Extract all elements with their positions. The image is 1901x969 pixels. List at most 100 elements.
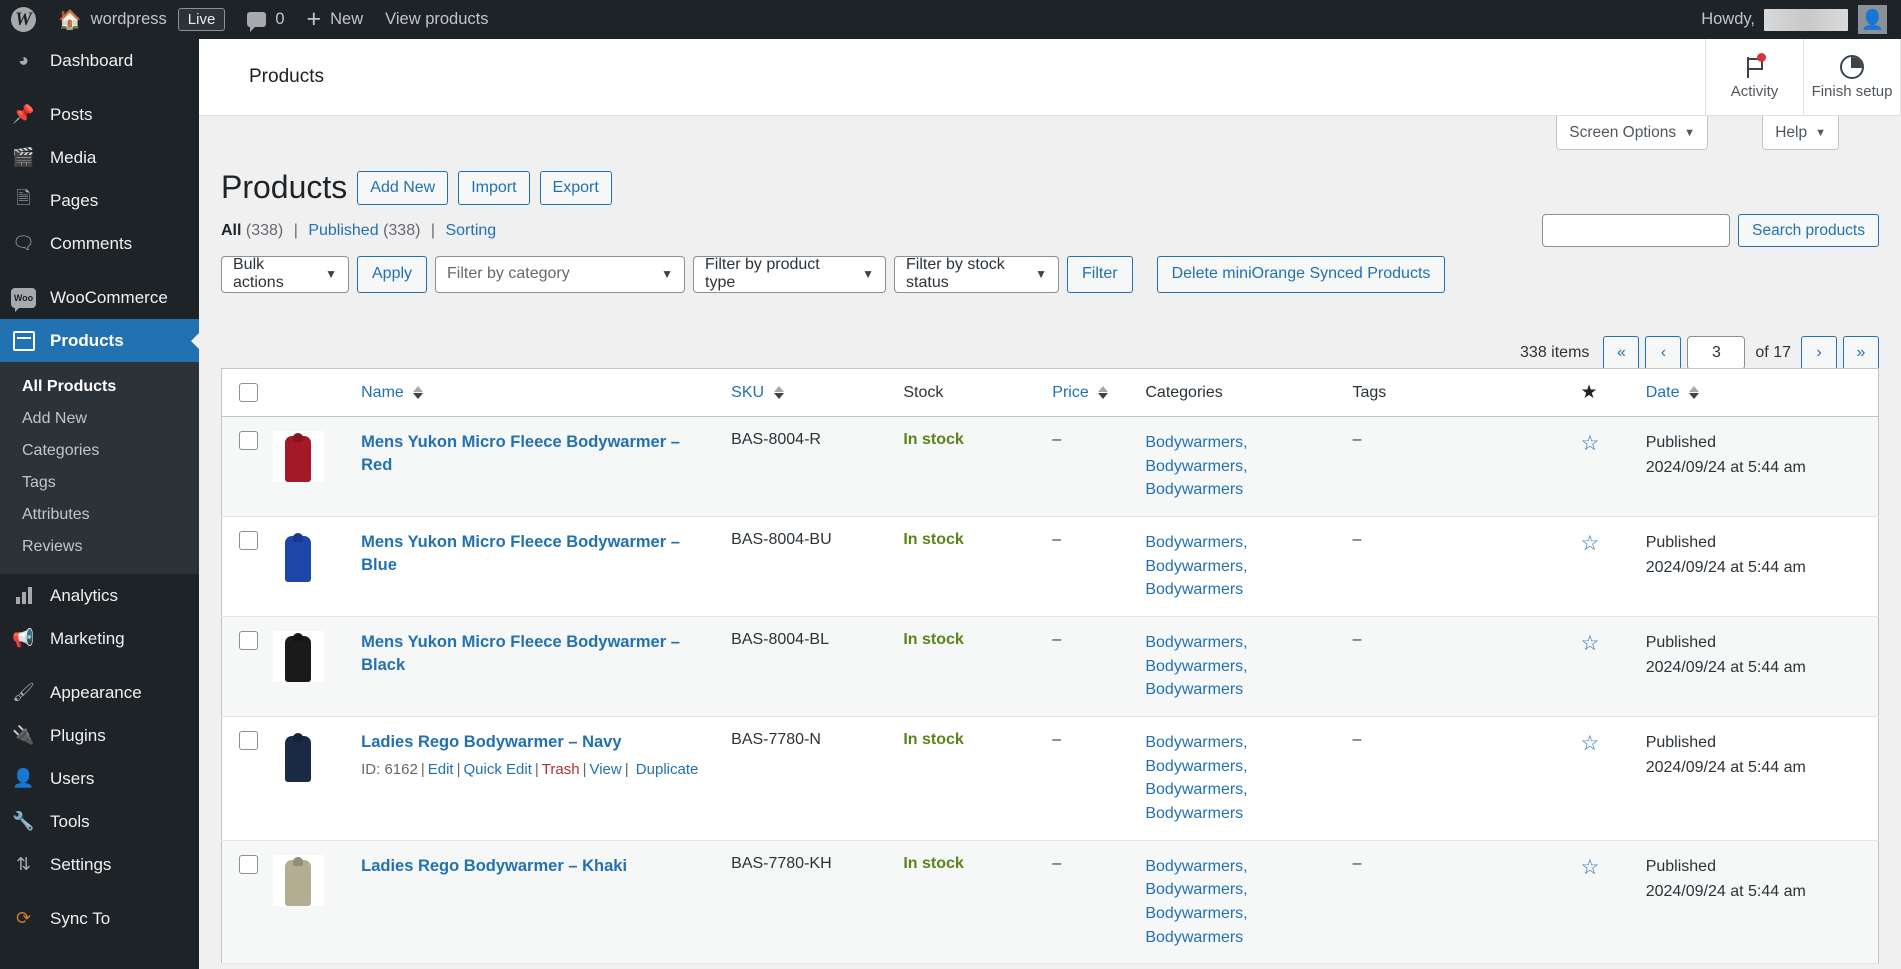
sidebar-item-reviews[interactable]: Reviews	[0, 531, 199, 563]
name-header-label[interactable]: Name	[361, 384, 404, 401]
sidebar-item-settings[interactable]: ⇅ Settings	[0, 843, 199, 886]
add-new-button[interactable]: Add New	[357, 170, 449, 205]
sort-icon[interactable]	[1098, 385, 1109, 399]
row-action-trash[interactable]: Trash	[542, 761, 580, 778]
category-link[interactable]: Bodywarmers	[1145, 802, 1352, 826]
product-name-link[interactable]: Mens Yukon Micro Fleece Bodywarmer – Red	[361, 431, 709, 478]
prev-page-button[interactable]: ‹	[1645, 336, 1682, 370]
filter-link-sorting[interactable]: Sorting	[445, 222, 496, 239]
featured-star-icon[interactable]: ☆	[1581, 532, 1600, 555]
row-checkbox[interactable]	[239, 431, 258, 450]
help-button[interactable]: Help ▼	[1762, 116, 1839, 150]
current-page-input[interactable]	[1687, 336, 1746, 370]
sidebar-item-media[interactable]: 🎬 Media	[0, 136, 199, 179]
category-link[interactable]: Bodywarmers,	[1145, 778, 1352, 802]
product-thumbnail[interactable]	[272, 531, 324, 583]
category-link[interactable]: Bodywarmers,	[1145, 755, 1352, 779]
avatar[interactable]: 👤	[1858, 5, 1887, 34]
product-thumbnail[interactable]	[272, 431, 324, 482]
category-link[interactable]: Bodywarmers,	[1145, 655, 1352, 679]
row-checkbox[interactable]	[239, 731, 258, 751]
category-link[interactable]: Bodywarmers,	[1145, 902, 1352, 926]
filter-product-type-select[interactable]: Filter by product type ▼	[693, 255, 887, 293]
category-link[interactable]: Bodywarmers,	[1145, 855, 1352, 879]
sidebar-item-marketing[interactable]: 📢 Marketing	[0, 617, 199, 660]
category-link[interactable]: Bodywarmers,	[1145, 631, 1352, 655]
featured-star-icon[interactable]: ☆	[1581, 432, 1600, 455]
product-name-link[interactable]: Mens Yukon Micro Fleece Bodywarmer – Bla…	[361, 631, 709, 678]
price-header-label[interactable]: Price	[1052, 384, 1088, 401]
row-action-quick-edit[interactable]: Quick Edit	[464, 761, 532, 778]
filter-link-all[interactable]: All	[221, 222, 241, 239]
bulk-actions-select[interactable]: Bulk actions ▼	[221, 255, 349, 293]
screen-options-button[interactable]: Screen Options ▼	[1556, 116, 1708, 150]
featured-star-icon[interactable]: ☆	[1581, 632, 1600, 655]
product-thumbnail[interactable]	[272, 854, 324, 906]
category-link[interactable]: Bodywarmers,	[1145, 731, 1352, 755]
sidebar-item-users[interactable]: 👤 Users	[0, 757, 199, 800]
category-link[interactable]: Bodywarmers	[1145, 578, 1352, 602]
sidebar-item-all-products[interactable]: All Products	[0, 371, 199, 403]
activity-button[interactable]: Activity	[1705, 39, 1803, 116]
category-link[interactable]: Bodywarmers,	[1145, 878, 1352, 902]
import-button[interactable]: Import	[458, 170, 530, 205]
sidebar-item-plugins[interactable]: 🔌 Plugins	[0, 714, 199, 757]
live-badge-wrap[interactable]: Live	[177, 0, 237, 39]
product-name-link[interactable]: Ladies Rego Bodywarmer – Khaki	[361, 855, 709, 878]
category-link[interactable]: Bodywarmers	[1145, 678, 1352, 702]
delete-miniorange-synced-products-button[interactable]: Delete miniOrange Synced Products	[1156, 255, 1446, 293]
row-checkbox[interactable]	[239, 631, 258, 651]
select-all-checkbox[interactable]	[239, 383, 258, 402]
site-name-menu[interactable]: 🏠 wordpress	[47, 0, 178, 39]
product-thumbnail[interactable]	[272, 731, 324, 783]
finish-setup-button[interactable]: Finish setup	[1803, 39, 1901, 116]
my-account-menu[interactable]: Howdy,	[1690, 0, 1848, 39]
sku-header-label[interactable]: SKU	[731, 384, 764, 401]
sidebar-item-categories[interactable]: Categories	[0, 435, 199, 467]
category-link[interactable]: Bodywarmers	[1145, 478, 1352, 502]
row-action-view[interactable]: View	[589, 761, 621, 778]
next-page-button[interactable]: ›	[1801, 336, 1837, 370]
sidebar-item-products[interactable]: Products	[0, 319, 199, 362]
filter-category-select[interactable]: Filter by category ▼	[435, 255, 686, 293]
row-action-duplicate[interactable]: Duplicate	[636, 761, 699, 778]
filter-stock-status-select[interactable]: Filter by stock status ▼	[894, 255, 1060, 293]
sort-icon[interactable]	[1688, 385, 1699, 399]
category-link[interactable]: Bodywarmers,	[1145, 455, 1352, 479]
product-name-link[interactable]: Mens Yukon Micro Fleece Bodywarmer – Blu…	[361, 531, 709, 578]
sidebar-item-attributes[interactable]: Attributes	[0, 499, 199, 531]
wp-logo-menu[interactable]: W	[0, 0, 47, 39]
sidebar-item-comments[interactable]: 🗨 Comments	[0, 222, 199, 265]
featured-star-icon[interactable]: ☆	[1581, 856, 1600, 879]
sidebar-item-pages[interactable]: 🗎 Pages	[0, 179, 199, 222]
view-products-link[interactable]: View products	[374, 0, 499, 39]
sidebar-item-add-new[interactable]: Add New	[0, 403, 199, 435]
row-action-edit[interactable]: Edit	[428, 761, 454, 778]
new-content-menu[interactable]: + New	[296, 0, 375, 39]
category-link[interactable]: Bodywarmers,	[1145, 431, 1352, 455]
sidebar-item-tools[interactable]: 🔧 Tools	[0, 800, 199, 843]
sidebar-item-appearance[interactable]: 🖌 Appearance	[0, 671, 199, 714]
apply-button[interactable]: Apply	[357, 255, 428, 293]
category-link[interactable]: Bodywarmers,	[1145, 555, 1352, 579]
sidebar-item-analytics[interactable]: Analytics	[0, 574, 199, 617]
sidebar-item-dashboard[interactable]: ◕ Dashboard	[0, 39, 199, 82]
sort-icon[interactable]	[773, 385, 784, 399]
export-button[interactable]: Export	[539, 170, 612, 205]
first-page-button[interactable]: «	[1603, 336, 1640, 370]
featured-star-icon[interactable]: ☆	[1581, 732, 1600, 755]
sidebar-item-tags[interactable]: Tags	[0, 467, 199, 499]
filter-link-published[interactable]: Published	[308, 222, 378, 239]
product-thumbnail[interactable]	[272, 631, 324, 683]
sidebar-item-sync-to[interactable]: ⟳ Sync To	[0, 897, 199, 940]
last-page-button[interactable]: »	[1843, 336, 1879, 370]
product-name-link[interactable]: Ladies Rego Bodywarmer – Navy	[361, 731, 709, 754]
sidebar-item-posts[interactable]: 📌 Posts	[0, 93, 199, 136]
sidebar-item-woocommerce[interactable]: Woo WooCommerce	[0, 276, 199, 319]
category-link[interactable]: Bodywarmers	[1145, 926, 1352, 950]
filter-button[interactable]: Filter	[1067, 255, 1133, 293]
date-header-label[interactable]: Date	[1646, 384, 1680, 401]
row-checkbox[interactable]	[239, 531, 258, 551]
sort-icon[interactable]	[413, 385, 424, 399]
comments-menu[interactable]: 0	[236, 0, 295, 39]
